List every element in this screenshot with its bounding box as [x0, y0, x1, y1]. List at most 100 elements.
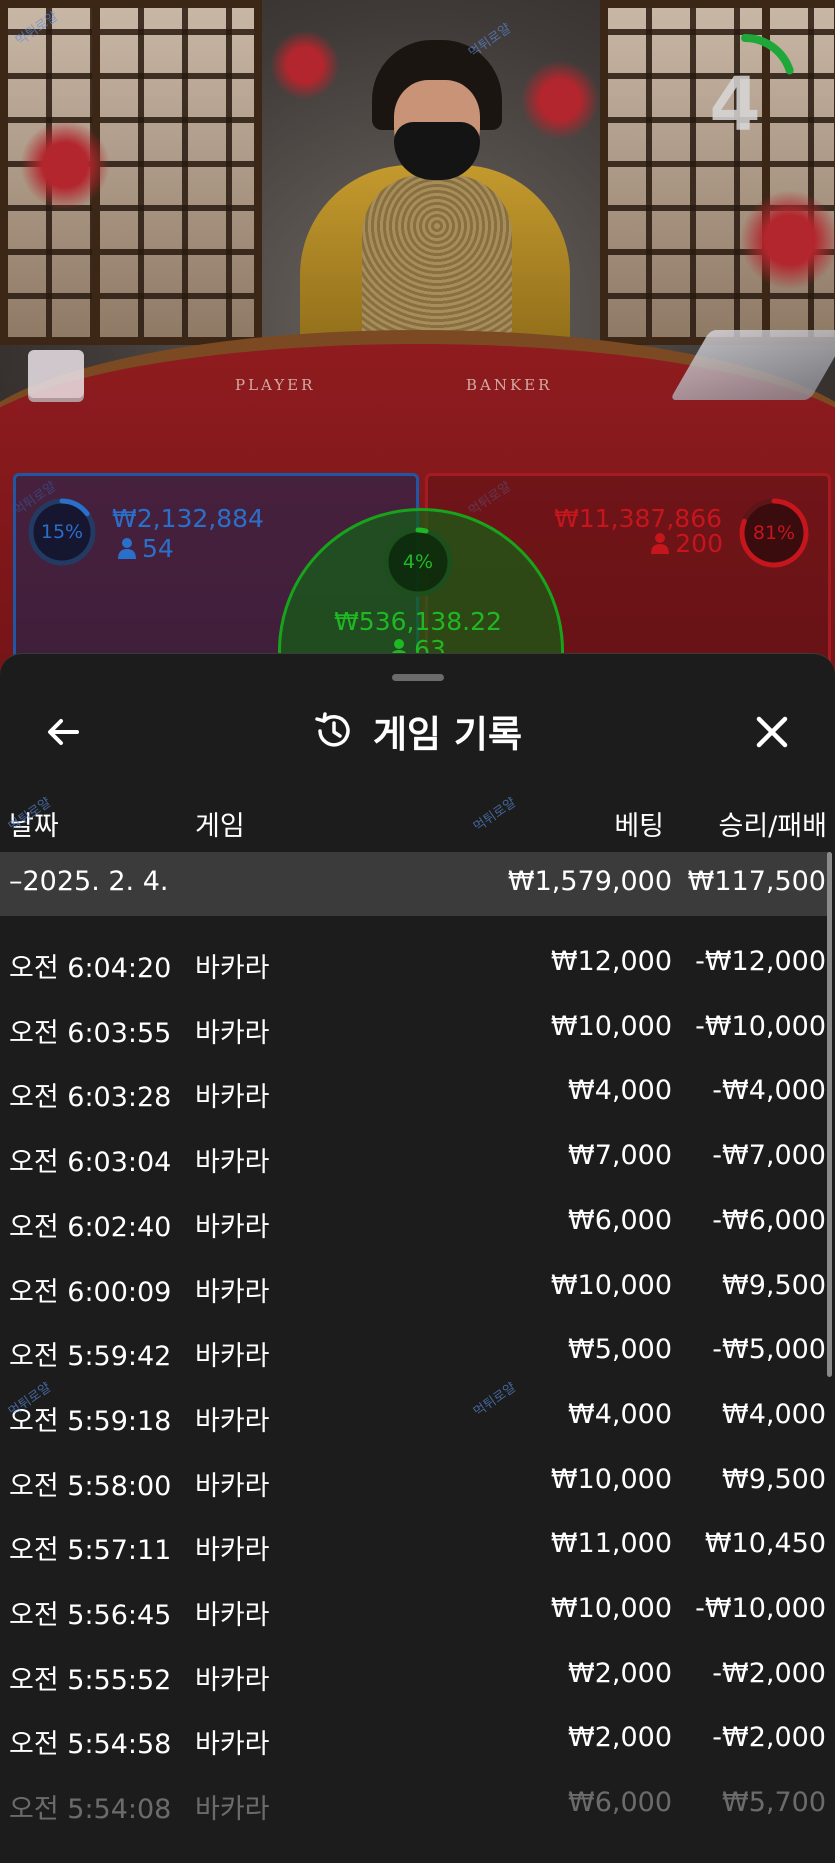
row-game: 바카라 [195, 1341, 270, 1373]
row-game: 바카라 [195, 1082, 270, 1114]
tie-percent: 4% [402, 551, 434, 573]
row-bet: ₩2,000 [568, 1722, 672, 1754]
history-row[interactable]: 오전 5:57:11 바카라 ₩11,000 ₩10,450 [0, 1518, 830, 1582]
row-bet: ₩5,000 [568, 1334, 672, 1366]
banker-percent: 81% [752, 522, 796, 544]
lattice-screen-left-inner [92, 0, 262, 345]
row-bet: ₩10,000 [550, 1269, 672, 1301]
row-game: 바카라 [195, 1729, 270, 1761]
history-row[interactable]: 오전 6:00:09 바카라 ₩10,000 ₩9,500 [0, 1260, 830, 1324]
row-time: 오전 5:54:58 [9, 1729, 172, 1761]
person-icon [118, 538, 136, 559]
banker-bettor-count: 200 [651, 529, 723, 558]
date-group-result-total: ₩117,500 [687, 866, 826, 897]
row-result: -₩6,000 [712, 1204, 826, 1236]
sheet-title: 게임 기록 [372, 713, 523, 756]
row-result: -₩10,000 [695, 1010, 826, 1042]
row-time: 오전 6:03:55 [9, 1017, 172, 1049]
row-time: 오전 6:02:40 [9, 1211, 172, 1243]
history-row[interactable]: 오전 6:03:04 바카라 ₩7,000 -₩7,000 [0, 1130, 830, 1194]
close-button[interactable] [749, 709, 795, 755]
row-bet: ₩6,000 [568, 1787, 672, 1819]
history-row[interactable]: 오전 5:56:45 바카라 ₩10,000 -₩10,000 [0, 1583, 830, 1647]
date-group-bet-total: ₩1,579,000 [507, 866, 672, 897]
scrollbar[interactable] [827, 852, 832, 1377]
history-row[interactable]: 오전 6:02:40 바카라 ₩6,000 -₩6,000 [0, 1195, 830, 1259]
live-video-feed: PLAYER BANKER 4 먹튀로얄 먹튀로얄 먹튀로얄 먹튀로얄 15% … [0, 0, 835, 700]
date-group-row[interactable]: –2025. 2. 4. ₩1,579,000 ₩117,500 [0, 852, 830, 916]
row-bet: ₩2,000 [568, 1657, 672, 1689]
player-count-value: 54 [142, 534, 174, 563]
column-header-result: 승리/패배 [718, 811, 827, 842]
history-row[interactable]: 오전 5:59:42 바카라 ₩5,000 -₩5,000 [0, 1324, 830, 1388]
row-bet: ₩11,000 [550, 1528, 672, 1560]
column-header-bet: 베팅 [614, 811, 664, 842]
row-bet: ₩4,000 [568, 1398, 672, 1430]
blossom-decoration [740, 190, 835, 290]
history-row[interactable]: 오전 5:54:08 바카라 ₩6,000 ₩5,700 [0, 1777, 830, 1841]
row-result: ₩4,000 [722, 1398, 826, 1430]
history-row[interactable]: 오전 6:03:28 바카라 ₩4,000 -₩4,000 [0, 1065, 830, 1129]
blossom-decoration [520, 60, 600, 140]
watermark-logo: 먹튀로얄 [466, 21, 514, 62]
row-result: -₩12,000 [695, 946, 826, 977]
sheet-header: 게임 기록 [0, 706, 835, 756]
row-game: 바카라 [195, 1276, 270, 1308]
countdown-timer: 4 [709, 62, 761, 148]
blossom-decoration [20, 120, 110, 210]
history-row[interactable]: 오전 6:04:20 바카라 ₩12,000 -₩12,000 [0, 936, 830, 1000]
row-game: 바카라 [195, 1405, 270, 1437]
row-game: 바카라 [195, 953, 270, 984]
row-bet: ₩10,000 [550, 1593, 672, 1624]
row-result: -₩4,000 [712, 1075, 826, 1107]
history-row[interactable]: 오전 5:54:58 바카라 ₩2,000 -₩2,000 [0, 1712, 830, 1776]
row-time: 오전 6:04:20 [9, 953, 172, 984]
table-banker-text: BANKER [466, 376, 553, 394]
row-bet: ₩10,000 [550, 1010, 672, 1042]
row-bet: ₩12,000 [550, 946, 672, 977]
banker-count-value: 200 [675, 529, 723, 558]
table-player-text: PLAYER [235, 376, 316, 394]
row-game: 바카라 [195, 1017, 270, 1049]
player-bet-amount: ₩2,132,884 [112, 504, 264, 533]
player-bettor-count: 54 [118, 534, 174, 563]
sheet-grab-handle[interactable] [392, 674, 444, 681]
row-result: -₩10,000 [695, 1593, 826, 1624]
row-bet: ₩4,000 [568, 1075, 672, 1107]
row-time: 오전 6:00:09 [9, 1276, 172, 1308]
history-row[interactable]: 오전 6:03:55 바카라 ₩10,000 -₩10,000 [0, 1001, 830, 1065]
card-shoe [28, 350, 84, 398]
close-icon [756, 716, 788, 748]
blossom-decoration [270, 30, 340, 100]
row-result: ₩9,500 [722, 1269, 826, 1301]
row-result: -₩5,000 [712, 1334, 826, 1366]
row-result: -₩2,000 [712, 1722, 826, 1754]
row-time: 오전 5:55:52 [9, 1664, 172, 1696]
history-row[interactable]: 오전 5:59:18 바카라 ₩4,000 ₩4,000 [0, 1389, 830, 1453]
row-game: 바카라 [195, 1470, 270, 1502]
row-game: 바카라 [195, 1211, 270, 1243]
row-time: 오전 5:54:08 [9, 1794, 172, 1826]
row-bet: ₩10,000 [550, 1463, 672, 1495]
row-bet: ₩7,000 [568, 1140, 672, 1172]
history-icon [315, 712, 350, 747]
column-header-game: 게임 [195, 811, 245, 842]
row-time: 오전 5:58:00 [9, 1470, 172, 1502]
row-result: -₩2,000 [712, 1657, 826, 1689]
row-bet: ₩6,000 [568, 1204, 672, 1236]
game-history-sheet: 게임 기록 날짜 게임 베팅 승리/패배 –2025. 2. 4. ₩1,579… [0, 653, 835, 1863]
history-row[interactable]: 오전 5:55:52 바카라 ₩2,000 -₩2,000 [0, 1648, 830, 1712]
row-game: 바카라 [195, 1794, 270, 1826]
dealer-vest [362, 175, 512, 345]
row-time: 오전 6:03:28 [9, 1082, 172, 1114]
row-result: ₩10,450 [704, 1528, 826, 1560]
row-game: 바카라 [195, 1600, 270, 1631]
row-time: 오전 5:57:11 [9, 1535, 172, 1567]
history-row[interactable]: 오전 5:58:00 바카라 ₩10,000 ₩9,500 [0, 1454, 830, 1518]
tie-bet-amount: ₩536,138.22 [334, 607, 502, 636]
watermark-logo: 먹튀로얄 [471, 795, 519, 836]
row-result: -₩7,000 [712, 1140, 826, 1172]
date-group-date: –2025. 2. 4. [9, 866, 169, 897]
row-time: 오전 6:03:04 [9, 1147, 172, 1179]
row-result: ₩9,500 [722, 1463, 826, 1495]
